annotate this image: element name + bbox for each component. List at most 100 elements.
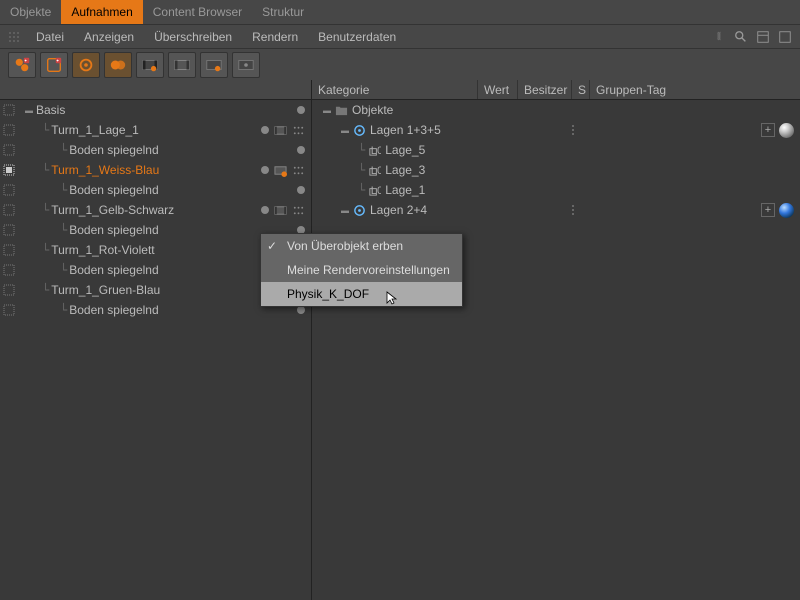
tree-label: Turm_1_Rot-Violett: [51, 243, 261, 257]
status-dot-icon[interactable]: [297, 146, 305, 154]
menu-dots-icon[interactable]: [291, 123, 305, 137]
selection-icon[interactable]: [2, 123, 16, 137]
menu-benutzerdaten[interactable]: Benutzerdaten: [310, 27, 404, 47]
toolbar-btn-2[interactable]: [40, 52, 68, 78]
tree-row[interactable]: ▬Basis: [0, 100, 311, 120]
selection-icon[interactable]: [2, 263, 16, 277]
selection-icon[interactable]: [2, 223, 16, 237]
col-gruppentag[interactable]: Gruppen-Tag: [590, 80, 800, 99]
tree-line-icon: └: [42, 283, 49, 297]
category-label: Lage_5: [385, 143, 425, 157]
add-tag-button[interactable]: +: [761, 203, 775, 217]
context-menu-item[interactable]: ✓Von Überobjekt erben: [261, 234, 462, 258]
film-active-icon[interactable]: [273, 163, 287, 177]
category-label: Lagen 1+3+5: [370, 123, 441, 137]
status-dot-icon[interactable]: [261, 166, 269, 174]
status-dot-icon[interactable]: [297, 306, 305, 314]
svg-text:L0: L0: [371, 185, 381, 197]
check-icon: ✓: [267, 239, 277, 253]
selection-icon[interactable]: [2, 303, 16, 317]
category-row[interactable]: ▬Lagen 2+4+: [312, 200, 800, 220]
status-dot-icon[interactable]: [261, 126, 269, 134]
status-dot-icon[interactable]: [261, 206, 269, 214]
tab-content-browser[interactable]: Content Browser: [143, 0, 252, 24]
toolbar-btn-7[interactable]: [200, 52, 228, 78]
menu-datei[interactable]: Datei: [28, 27, 72, 47]
expand-icon[interactable]: ▬: [24, 105, 34, 115]
top-tabs: Objekte Aufnahmen Content Browser Strukt…: [0, 0, 800, 24]
status-dot-icon[interactable]: [297, 186, 305, 194]
toolbar-btn-8[interactable]: [232, 52, 260, 78]
selection-icon[interactable]: [2, 203, 16, 217]
material-sphere-icon[interactable]: [779, 203, 794, 218]
tree-row[interactable]: └Boden spiegelnd: [0, 140, 311, 160]
toolbar-btn-1[interactable]: [8, 52, 36, 78]
link-icon[interactable]: ⧛: [712, 30, 726, 44]
right-panel: Kategorie Wert Besitzer S Gruppen-Tag ▬O…: [312, 80, 800, 600]
menu-rendern[interactable]: Rendern: [244, 27, 306, 47]
menu-anzeigen[interactable]: Anzeigen: [76, 27, 142, 47]
category-row[interactable]: └L0Lage_3: [312, 160, 800, 180]
toolbar: [0, 48, 800, 80]
context-menu: ✓Von Überobjekt erbenMeine Rendervoreins…: [260, 233, 463, 307]
selection-icon[interactable]: [2, 143, 16, 157]
drag-dots-icon[interactable]: [572, 205, 578, 215]
toolbar-btn-6[interactable]: [168, 52, 196, 78]
col-wert[interactable]: Wert: [478, 80, 518, 99]
search-icon[interactable]: [734, 30, 748, 44]
tree-label: Turm_1_Gruen-Blau: [51, 283, 261, 297]
film-icon[interactable]: [273, 123, 287, 137]
menu-dots-icon[interactable]: [291, 203, 305, 217]
menu-ueberschreiben[interactable]: Überschreiben: [146, 27, 240, 47]
selection-icon[interactable]: [2, 103, 16, 117]
tree-row[interactable]: └Turm_1_Lage_1: [0, 120, 311, 140]
context-menu-item[interactable]: Physik_K_DOF: [261, 282, 462, 306]
status-dot-icon[interactable]: [297, 106, 305, 114]
svg-text:L0: L0: [371, 165, 381, 177]
film-icon[interactable]: [273, 203, 287, 217]
panel-icon[interactable]: [756, 30, 770, 44]
tree-line-icon: └: [42, 163, 49, 177]
category-row[interactable]: └L0Lage_5: [312, 140, 800, 160]
category-row[interactable]: ▬ Lagen 1+3+5 +: [312, 120, 800, 140]
category-label: Lage_1: [385, 183, 425, 197]
col-besitzer[interactable]: Besitzer: [518, 80, 572, 99]
left-panel: ▬Basis└Turm_1_Lage_1└Boden spiegelnd└Tur…: [0, 80, 312, 600]
col-kategorie[interactable]: Kategorie: [312, 80, 478, 99]
toolbar-btn-3[interactable]: [72, 52, 100, 78]
tab-aufnahmen[interactable]: Aufnahmen: [61, 0, 142, 24]
col-s[interactable]: S: [572, 80, 590, 99]
category-row[interactable]: └L0Lage_1: [312, 180, 800, 200]
toolbar-btn-5[interactable]: [136, 52, 164, 78]
selection-icon[interactable]: [2, 163, 16, 177]
add-tag-button[interactable]: +: [761, 123, 775, 137]
menu-dots-icon[interactable]: [291, 163, 305, 177]
tab-objekte[interactable]: Objekte: [0, 0, 61, 24]
selection-icon[interactable]: [2, 183, 16, 197]
category-row[interactable]: ▬Objekte: [312, 100, 800, 120]
layer-icon: L0: [367, 183, 381, 197]
panel2-icon[interactable]: [778, 30, 792, 44]
selection-icon[interactable]: [2, 243, 16, 257]
tree-line-icon: └: [60, 143, 67, 157]
expand-icon[interactable]: ▬: [340, 125, 350, 135]
tree-line-icon: └: [60, 183, 67, 197]
layer-icon: L0: [367, 163, 381, 177]
tree-row[interactable]: └Turm_1_Weiss-Blau: [0, 160, 311, 180]
tree-row[interactable]: └Turm_1_Gelb-Schwarz: [0, 200, 311, 220]
tree-row[interactable]: └Boden spiegelnd: [0, 180, 311, 200]
tree-line-icon: └: [42, 203, 49, 217]
selection-icon[interactable]: [2, 283, 16, 297]
tab-struktur[interactable]: Struktur: [252, 0, 314, 24]
context-menu-item[interactable]: Meine Rendervoreinstellungen: [261, 258, 462, 282]
toolbar-btn-4[interactable]: [104, 52, 132, 78]
menubar: Datei Anzeigen Überschreiben Rendern Ben…: [0, 24, 800, 48]
material-sphere-icon[interactable]: [779, 123, 794, 138]
render-icon: [352, 203, 366, 217]
expand-icon[interactable]: ▬: [322, 105, 332, 115]
expand-icon[interactable]: ▬: [340, 205, 350, 215]
tree-label: Turm_1_Weiss-Blau: [51, 163, 261, 177]
tree-line-icon: └: [358, 143, 365, 157]
drag-dots-icon[interactable]: [572, 125, 578, 135]
render-icon: [352, 123, 366, 137]
